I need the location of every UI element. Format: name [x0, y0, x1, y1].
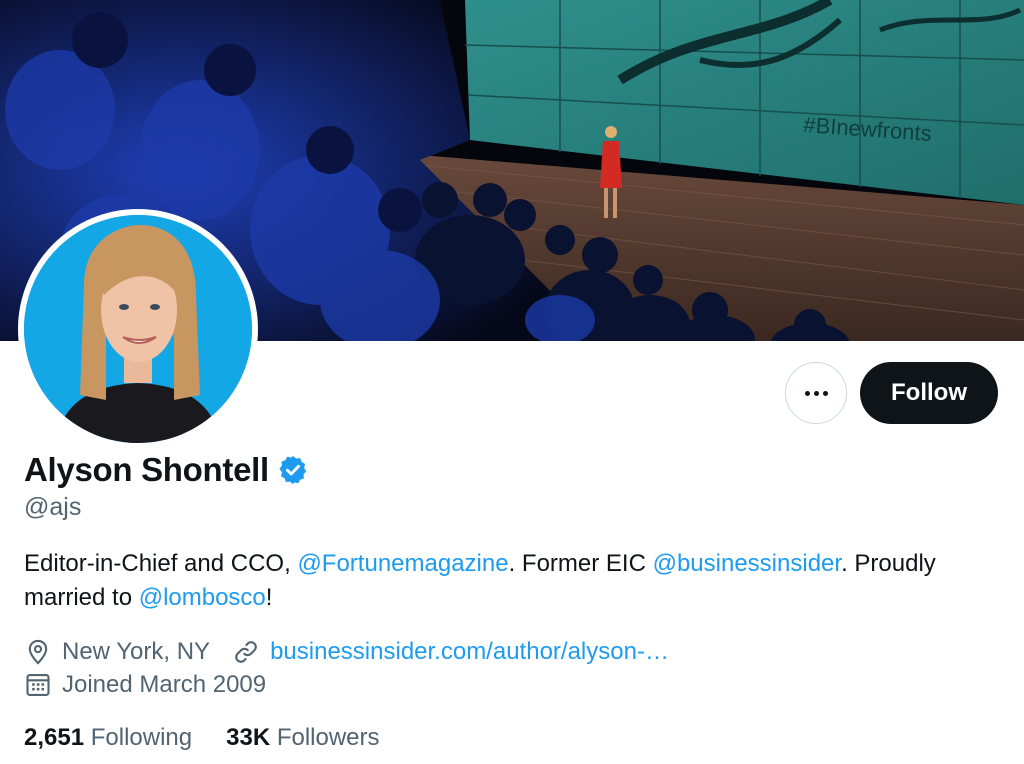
location-pin-icon — [28, 639, 48, 665]
website-item[interactable]: businessinsider.com/author/alyson-… — [232, 638, 669, 666]
profile-stats: 2,651 Following 33K Followers — [24, 724, 414, 752]
profile-bio: Editor-in-Chief and CCO, @Fortunemagazin… — [24, 547, 1004, 615]
bio-mention-fortunemagazine[interactable]: @Fortunemagazine — [297, 550, 508, 577]
following-label: Following — [90, 724, 193, 751]
bio-text: . Former EIC — [508, 550, 653, 577]
followers-count: 33K — [226, 724, 271, 751]
bio-text: ! — [265, 584, 273, 611]
more-options-button[interactable] — [785, 362, 847, 424]
website-link[interactable]: businessinsider.com/author/alyson-… — [270, 638, 669, 666]
joined-item: Joined March 2009 — [24, 671, 266, 699]
profile-avatar[interactable] — [18, 209, 258, 449]
profile-meta-joined: Joined March 2009 — [24, 671, 288, 699]
calendar-icon — [26, 674, 50, 696]
more-horizontal-icon — [804, 390, 828, 396]
bio-text: Editor-in-Chief and CCO, — [24, 550, 298, 577]
location-item: New York, NY — [24, 638, 210, 666]
following-count: 2,651 — [24, 724, 85, 751]
name-row: Alyson Shontell — [24, 451, 309, 489]
link-icon — [235, 641, 257, 663]
location-text: New York, NY — [62, 638, 211, 665]
joined-text: Joined March 2009 — [62, 671, 267, 698]
avatar-photo — [24, 215, 252, 443]
followers-label: Followers — [276, 724, 380, 751]
profile-handle: @ajs — [24, 493, 82, 521]
following-link[interactable]: 2,651 Following — [24, 724, 192, 752]
bio-mention-businessinsider[interactable]: @businessinsider — [653, 550, 841, 577]
followers-link[interactable]: 33K Followers — [226, 724, 379, 752]
display-name: Alyson Shontell — [24, 451, 269, 488]
profile-meta: New York, NY businessinsider.com/author/… — [24, 638, 691, 666]
bio-mention-lombosco[interactable]: @lombosco — [139, 584, 266, 611]
verified-badge-icon — [277, 454, 309, 486]
follow-button[interactable]: Follow — [860, 362, 998, 424]
